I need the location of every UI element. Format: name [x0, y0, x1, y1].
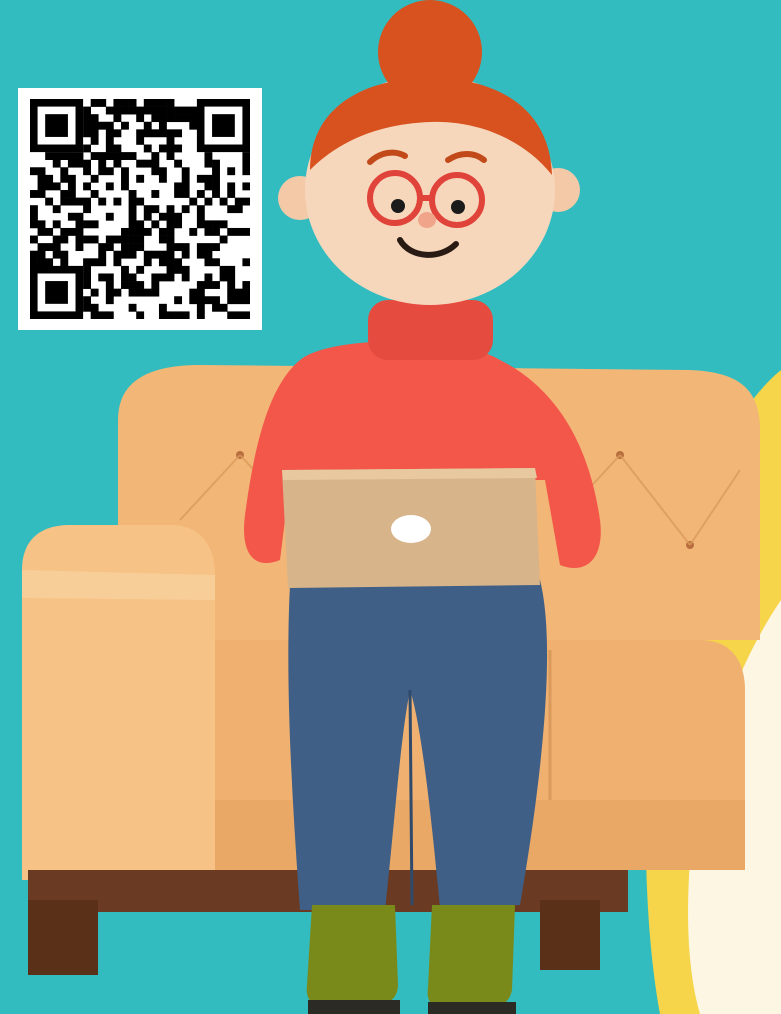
- laptop-logo-icon: [391, 515, 431, 543]
- qr-code-card[interactable]: [18, 88, 262, 330]
- qr-finder-pattern: [196, 99, 250, 153]
- qr-finder-pattern: [30, 99, 84, 153]
- qr-finder-pattern: [30, 265, 84, 319]
- hero-illustration-scene: [0, 0, 781, 1014]
- qr-code-icon[interactable]: [30, 99, 250, 319]
- boot-right-shape: [427, 905, 515, 1010]
- turtleneck-shape: [368, 300, 493, 360]
- hair-bun-shape: [378, 0, 482, 104]
- boot-left-shape: [306, 905, 398, 1008]
